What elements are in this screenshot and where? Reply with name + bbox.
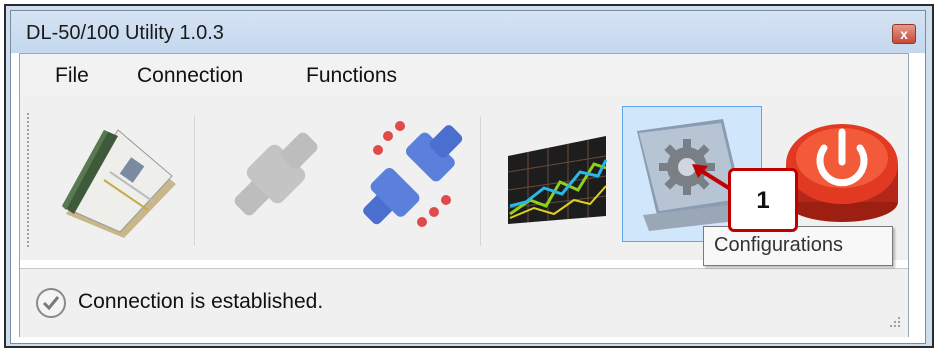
realtime-chart-button[interactable] [490,106,630,242]
passport-document-icon [62,129,176,238]
status-bar: Connection is established. [20,268,908,337]
tooltip-text: Configurations [714,234,843,256]
window-title: DL-50/100 Utility 1.0.3 [26,22,224,44]
connect-button[interactable] [206,106,346,242]
tooltip: Configurations [703,226,893,266]
toolbar-grip[interactable] [26,112,30,248]
realtime-chart-icon [507,136,608,224]
status-message: Connection is established. [78,290,324,313]
menu-bar: File Connection Functions [20,54,908,96]
toolbar-separator [480,116,482,246]
disconnect-button[interactable] [342,106,482,242]
open-file-button[interactable] [44,106,184,242]
check-circle-icon [36,288,66,318]
annotation-number: 1 [756,187,770,214]
disconnect-plug-icon [363,121,463,227]
close-icon: x [900,26,908,42]
connect-plug-icon [234,132,318,216]
toolbar-separator [194,116,196,246]
annotation-callout: 1 [728,168,798,232]
resize-grip-icon[interactable] [886,315,902,331]
menu-file[interactable]: File [55,64,89,88]
title-bar[interactable]: DL-50/100 Utility 1.0.3 x [11,11,925,53]
menu-connection[interactable]: Connection [137,64,243,88]
close-button[interactable]: x [892,24,916,44]
menu-functions[interactable]: Functions [306,64,397,88]
